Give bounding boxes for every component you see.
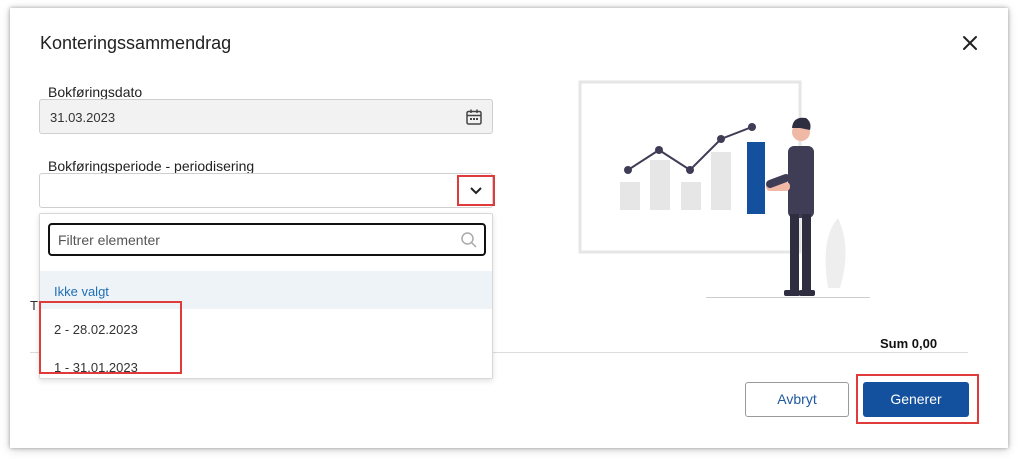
search-icon (460, 231, 478, 249)
options-highlight (39, 301, 182, 374)
period-label: Bokføringsperiode - periodisering (48, 158, 255, 174)
date-field[interactable]: 31.03.2023 (39, 99, 493, 134)
date-label: Bokføringsdato (48, 84, 143, 100)
chart-illustration (570, 78, 870, 299)
generate-button[interactable]: Generer (863, 382, 969, 417)
cancel-button[interactable]: Avbryt (745, 382, 849, 417)
dialog-title: Konteringssammendrag (40, 33, 232, 53)
period-select[interactable] (39, 173, 493, 208)
date-value: 31.03.2023 (50, 110, 116, 125)
filter-field[interactable] (48, 223, 486, 256)
calendar-icon[interactable] (465, 108, 483, 126)
chevron-down-icon (470, 182, 482, 200)
obscured-label: T (30, 298, 38, 313)
filter-input[interactable] (58, 231, 448, 249)
period-toggle-button[interactable] (457, 175, 495, 206)
close-icon[interactable] (960, 33, 980, 53)
sum-total: Sum 0,00 (880, 336, 938, 351)
